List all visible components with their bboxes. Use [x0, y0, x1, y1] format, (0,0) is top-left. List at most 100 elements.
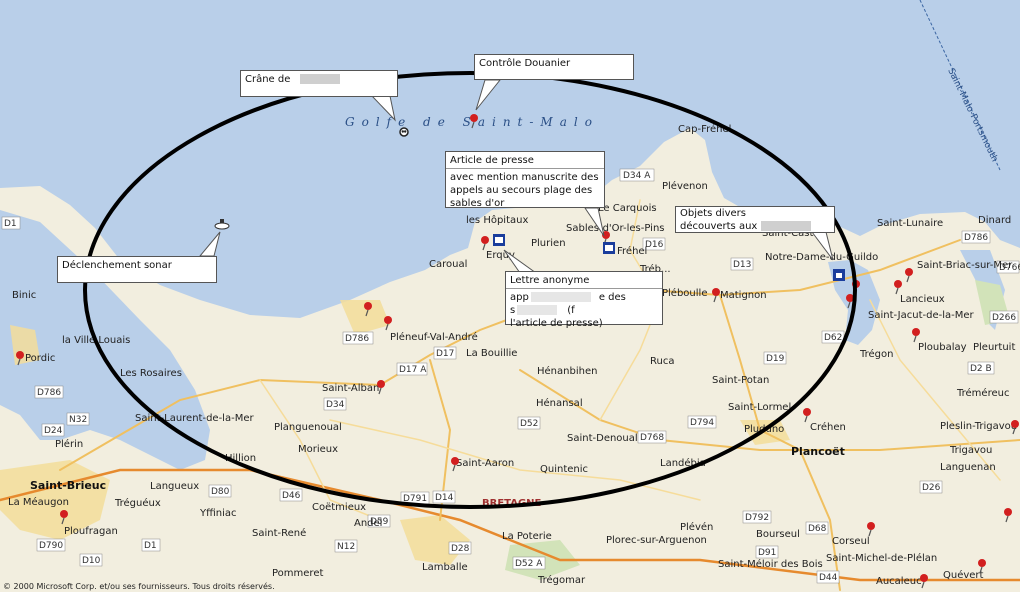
road-d17: D17 — [436, 349, 454, 359]
place-saint-briac: Saint-Briac-sur-Mer — [917, 260, 1013, 271]
road-d14: D14 — [435, 493, 454, 503]
copyright-text: © 2000 Microsoft Corp. et/ou ses fournis… — [3, 581, 275, 591]
redaction-block — [761, 221, 812, 231]
callout-article-line-3: sables d'or — [450, 198, 505, 209]
place-aucaleuc: Aucaleuc — [876, 576, 922, 587]
place-la-poterie: La Poterie — [502, 531, 552, 542]
place-pleslin-trigavou: Pleslin-Trigavou — [940, 421, 1017, 432]
callout-lettre-anonyme[interactable]: Lettre anonyme app e des s (f l'article de… — [505, 271, 663, 329]
place-saint-potan: Saint-Potan — [712, 375, 769, 386]
road-d790: D790 — [39, 541, 63, 551]
place-henanbihen: Hénanbihen — [537, 365, 597, 377]
road-d786: D786 — [345, 334, 369, 344]
place-dinard: Dinard — [978, 215, 1011, 226]
place-tregueux: Tréguéux — [114, 497, 161, 509]
callout-lettre-line-3: l'article de presse) — [510, 318, 603, 329]
road-d794: D794 — [690, 418, 714, 428]
place-langueux: Langueux — [150, 481, 199, 492]
callout-lettre-line-1: app e des — [510, 292, 626, 303]
place-crehen: Créhen — [810, 421, 846, 433]
place-saint-rene: Saint-René — [252, 527, 306, 539]
place-languenan: Languenan — [940, 462, 996, 473]
callout-article-line-1: avec mention manuscrite des — [450, 172, 599, 183]
place-tremereuc: Tréméreuc — [956, 387, 1009, 399]
callout-article-line-2: appels au secours plage des — [450, 185, 593, 196]
road-d28: D28 — [451, 544, 470, 554]
place-coetmieux: Coëtmieux — [312, 502, 366, 513]
road-d786-west: D786 — [37, 388, 61, 398]
road-d1-north: D1 — [4, 219, 17, 229]
callout-article-presse[interactable]: Article de presse avec mention manuscrit… — [445, 151, 605, 209]
callout-crane[interactable]: Crâne de — [240, 70, 398, 97]
redaction-block — [517, 305, 558, 315]
place-tregomar: Trégomar — [537, 574, 586, 586]
place-andel: Andel — [354, 518, 382, 529]
callout-declenchement-sonar[interactable]: Déclenchement sonar — [57, 256, 217, 283]
place-bourseul: Bourseul — [756, 529, 800, 540]
place-quintenic: Quintenic — [540, 464, 588, 475]
newspaper-icon[interactable] — [493, 234, 505, 246]
place-saint-aaron: Saint-Aaron — [456, 458, 514, 469]
place-lamballe: Lamballe — [422, 562, 468, 573]
redaction-block — [299, 74, 340, 84]
road-d19: D19 — [766, 354, 785, 364]
redaction-block — [530, 292, 591, 302]
place-pleurtuit: Pleurtuit — [973, 342, 1015, 353]
road-d46: D46 — [282, 491, 301, 501]
skull-marker-icon[interactable] — [399, 127, 409, 137]
place-saint-denoual: Saint-Denoual — [567, 433, 638, 444]
road-d266: D266 — [992, 313, 1016, 323]
road-d26: D26 — [922, 483, 941, 493]
place-ploubalay: Ploubalay — [918, 342, 967, 353]
bag-icon[interactable] — [833, 269, 845, 281]
road-d768: D768 — [640, 433, 664, 443]
road-n12: N12 — [337, 542, 355, 552]
place-binic: Binic — [12, 290, 36, 301]
road-d62: D62 — [824, 333, 842, 343]
callout-objets-line-2: découverts aux — [680, 220, 830, 233]
callout-sonar-text: Déclenchement sonar — [62, 260, 172, 271]
callout-lettre-title: Lettre anonyme — [506, 272, 662, 289]
road-d16: D16 — [645, 240, 664, 250]
road-d52a: D52 A — [515, 559, 543, 569]
place-saint-jacut: Saint-Jacut-de-la-Mer — [868, 310, 975, 321]
place-trigavou: Trigavou — [949, 445, 992, 456]
place-frehel: Fréhel — [617, 245, 647, 257]
place-henansal: Hénansal — [536, 397, 583, 409]
place-plancoet: Plancoët — [791, 445, 845, 458]
place-saint-meloir: Saint-Méloir des Bois — [718, 558, 823, 570]
place-plerin: Plérin — [55, 438, 83, 450]
place-corseul: Corseul — [832, 536, 870, 547]
road-d24: D24 — [44, 426, 63, 436]
place-pleven: Plévén — [680, 521, 713, 533]
place-saint-brieuc: Saint-Brieuc — [30, 479, 106, 492]
callout-article-title: Article de presse — [446, 152, 604, 169]
road-d68: D68 — [808, 524, 827, 534]
place-la-meaugon: La Méaugon — [8, 496, 69, 508]
callout-controle-text: Contrôle Douanier — [479, 58, 571, 69]
callout-crane-text: Crâne de — [245, 74, 291, 85]
callout-controle-douanier[interactable]: Contrôle Douanier — [474, 54, 634, 80]
place-les-hopitaux: les Hôpitaux — [466, 214, 528, 226]
place-tregon: Trégon — [859, 348, 894, 360]
place-plurien: Plurien — [531, 238, 566, 249]
road-d91: D91 — [758, 548, 776, 558]
place-le-carquois: Le Carquois — [598, 203, 657, 214]
place-pleboulle: Pléboulle — [662, 287, 707, 299]
place-lancieux: Lancieux — [900, 294, 945, 305]
place-plorec: Plorec-sur-Arguenon — [606, 535, 707, 546]
road-d2b: D2 B — [970, 364, 992, 374]
road-d1: D1 — [144, 541, 157, 551]
place-saint-michel: Saint-Michel-de-Plélan — [826, 552, 937, 564]
road-d80: D80 — [211, 487, 230, 497]
place-caroual: Caroual — [429, 259, 467, 270]
place-plevenon: Plévenon — [662, 180, 708, 192]
newspaper-icon[interactable] — [603, 242, 615, 254]
place-notre-dame-du-guildo: Notre-Dame-du-Guildo — [765, 252, 878, 263]
callout-objets-line-1: Objets divers — [680, 208, 746, 219]
road-n32: N32 — [69, 415, 87, 425]
place-saint-lormel: Saint-Lormel — [728, 402, 791, 413]
road-d17a: D17 A — [399, 365, 427, 375]
callout-objets-divers[interactable]: Objets divers découverts aux — [675, 206, 835, 233]
road-d786-east: D786 — [964, 233, 988, 243]
